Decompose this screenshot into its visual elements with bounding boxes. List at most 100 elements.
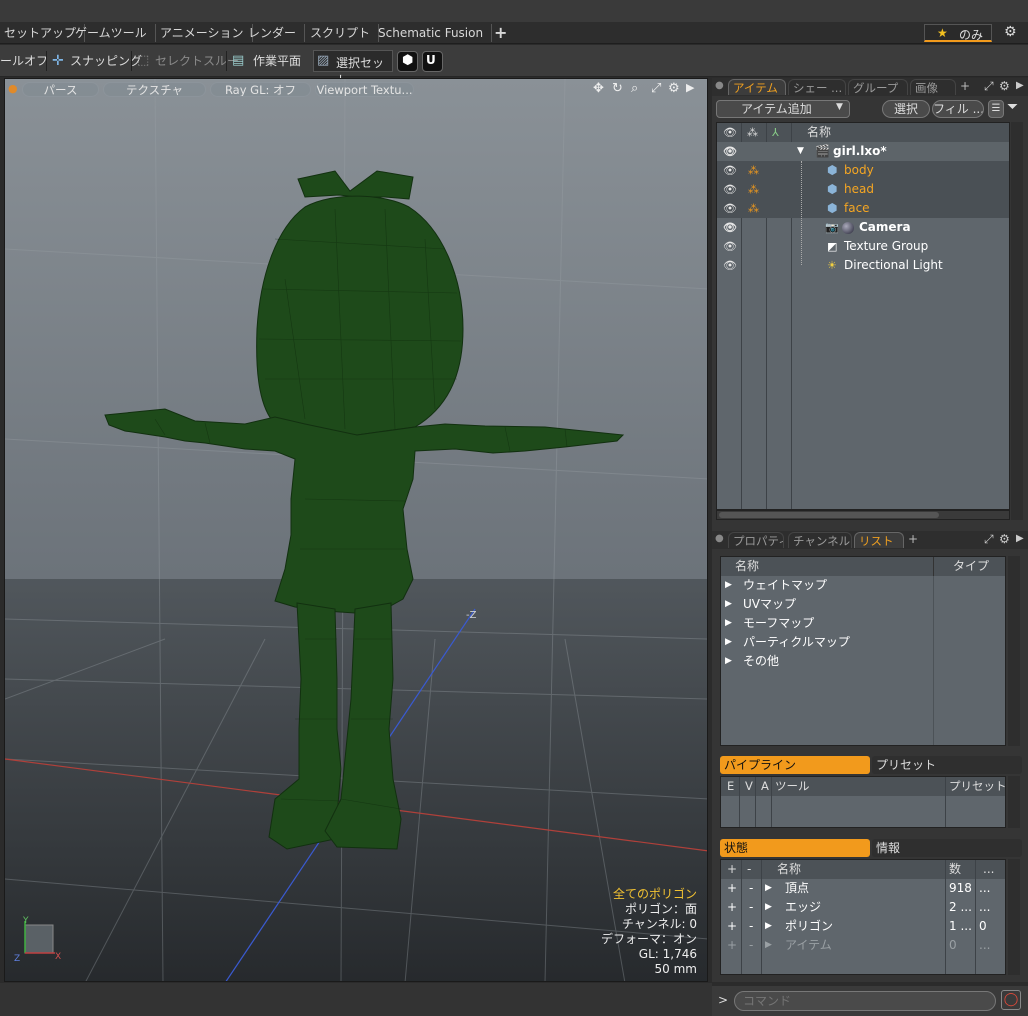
collapse-icon[interactable]: -: [749, 879, 753, 898]
list-item[interactable]: ▶ その他: [721, 652, 1005, 671]
expand-icon[interactable]: +: [727, 879, 737, 898]
perspective-button[interactable]: パース: [22, 82, 99, 97]
list-item[interactable]: ▶ UVマップ: [721, 595, 1005, 614]
tab-images[interactable]: 画像: [910, 79, 956, 95]
tab-game-tools[interactable]: ゲームツール: [67, 24, 156, 42]
selection-set-button[interactable]: ▨ 選択セット: [313, 50, 393, 87]
tab-render[interactable]: レンダー: [240, 24, 306, 42]
panel-more-arrow-icon[interactable]: ▶: [1016, 533, 1024, 544]
expand-arrow-icon[interactable]: ▶: [765, 936, 772, 955]
stats-row-polygons[interactable]: + - ▶ ポリゴン 1 ... 0: [721, 917, 1005, 936]
count-column-header[interactable]: 数: [949, 860, 961, 879]
tab-shader[interactable]: シェー ...: [788, 79, 846, 95]
expand-arrow-icon[interactable]: ▶: [765, 898, 772, 917]
expand-arrow-icon[interactable]: ▶: [765, 879, 772, 898]
panel-menu-dot-icon[interactable]: ●: [715, 533, 724, 544]
item-row-texture-group[interactable]: 👁 ◩ Texture Group: [717, 237, 1009, 256]
expand-arrow-icon[interactable]: ▶: [725, 633, 732, 652]
command-input[interactable]: [734, 991, 996, 1011]
col-a[interactable]: A: [761, 777, 769, 796]
item-row-face[interactable]: 👁 ⁂ ⬢ face: [717, 199, 1009, 218]
render-toggle-icon[interactable]: ⁂: [748, 161, 759, 180]
name-column-header[interactable]: 名称: [735, 557, 759, 576]
add-tab-button[interactable]: +: [486, 24, 515, 42]
eye-icon[interactable]: 👁: [723, 256, 737, 275]
stats-row-vertices[interactable]: + - ▶ 頂点 918 ...: [721, 879, 1005, 898]
add-item-dropdown[interactable]: アイテム追加: [716, 100, 850, 118]
render-toggle-icon[interactable]: ⁂: [748, 180, 759, 199]
viewport-texture-button[interactable]: Viewport Textu...: [315, 82, 414, 97]
filter-funnel-icon[interactable]: ⏷: [1007, 99, 1018, 115]
tab-list[interactable]: リスト: [854, 532, 904, 548]
list-item[interactable]: ▶ ウェイトマップ: [721, 576, 1005, 595]
item-row-directional-light[interactable]: 👁 ☀ Directional Light: [717, 256, 1009, 275]
rotate-view-icon[interactable]: ↻: [612, 81, 623, 96]
collapse-icon[interactable]: ☰: [988, 100, 1004, 118]
expand-arrow-icon[interactable]: ▶: [725, 595, 732, 614]
eye-icon[interactable]: 👁: [723, 161, 737, 180]
unity-export-icon[interactable]: ⬢: [397, 51, 418, 72]
tab-schematic-fusion[interactable]: Schematic Fusion: [370, 24, 493, 42]
tab-presets[interactable]: プリセット: [872, 756, 1022, 774]
eye-icon[interactable]: 👁: [723, 218, 737, 237]
filter-button[interactable]: フィル ...: [932, 100, 984, 118]
col-tool[interactable]: ツール: [775, 777, 810, 796]
more-column-header[interactable]: ...: [983, 860, 994, 879]
expand-icon[interactable]: +: [727, 917, 737, 936]
collapse-icon[interactable]: -: [749, 917, 753, 936]
settings-gear-icon[interactable]: ⚙: [1004, 24, 1017, 40]
tool-off-button[interactable]: ールオフ: [0, 50, 48, 72]
expand-arrow-icon[interactable]: ▼: [797, 142, 804, 161]
viewport-menu-dot-icon[interactable]: ●: [8, 82, 18, 95]
zoom-view-icon[interactable]: ⌕: [631, 81, 638, 96]
stats-row-edges[interactable]: + - ▶ エッジ 2 ... ...: [721, 898, 1005, 917]
tab-pipeline[interactable]: パイプライン: [720, 756, 870, 774]
tab-properties[interactable]: プロパティ: [728, 532, 784, 548]
tab-info[interactable]: 情報: [872, 839, 1022, 857]
tab-items[interactable]: アイテム: [728, 79, 786, 95]
panel-maximize-icon[interactable]: ⤢: [984, 532, 994, 547]
panel-menu-dot-icon[interactable]: ●: [715, 80, 724, 91]
texture-shading-button[interactable]: テクスチャ: [103, 82, 206, 97]
name-column-header[interactable]: 名称: [777, 860, 801, 879]
maximize-view-icon[interactable]: ⤢: [651, 81, 661, 96]
eye-icon[interactable]: 👁: [723, 142, 737, 161]
collapse-icon[interactable]: -: [749, 898, 753, 917]
collapse-all-icon[interactable]: -: [747, 860, 751, 879]
move-view-icon[interactable]: ✥: [593, 81, 604, 96]
eye-icon[interactable]: 👁: [723, 199, 737, 218]
col-preset[interactable]: プリセット: [949, 777, 1007, 796]
work-plane-button[interactable]: 作業平面: [253, 50, 301, 72]
collapse-icon[interactable]: -: [749, 936, 753, 955]
item-list-hscrollbar[interactable]: [716, 510, 1010, 520]
expand-arrow-icon[interactable]: ▶: [725, 614, 732, 633]
panel-settings-gear-icon[interactable]: ⚙: [999, 79, 1010, 93]
name-column-header[interactable]: 名称: [807, 123, 831, 142]
layout-only-toggle[interactable]: ★ のみ: [924, 24, 992, 42]
viewport-more-arrow-icon[interactable]: ▶: [686, 81, 694, 94]
item-row-head[interactable]: 👁 ⁂ ⬢ head: [717, 180, 1009, 199]
3d-viewport[interactable]: -Z ● パース テクスチャ Ray GL: オフ Viewport Textu…: [4, 78, 708, 982]
raygl-button[interactable]: Ray GL: オフ: [210, 82, 311, 97]
pipeline-vscrollbar[interactable]: [1008, 776, 1020, 828]
panel-settings-gear-icon[interactable]: ⚙: [999, 532, 1010, 546]
stats-row-items[interactable]: + - ▶ アイテム 0 ...: [721, 936, 1005, 955]
list-item[interactable]: ▶ パーティクルマップ: [721, 633, 1005, 652]
list-vscrollbar[interactable]: [1008, 556, 1020, 746]
viewport-settings-gear-icon[interactable]: ⚙: [668, 81, 680, 96]
add-panel-tab-icon[interactable]: +: [960, 79, 970, 93]
add-panel-tab-icon[interactable]: +: [908, 532, 918, 546]
item-row-camera[interactable]: 👁 📷 Camera: [717, 218, 1009, 237]
col-v[interactable]: V: [745, 777, 753, 796]
expand-arrow-icon[interactable]: ▶: [765, 917, 772, 936]
record-macro-icon[interactable]: ◯: [1001, 990, 1021, 1010]
expand-icon[interactable]: +: [727, 936, 737, 955]
eye-icon[interactable]: 👁: [723, 180, 737, 199]
unreal-export-icon[interactable]: U: [422, 51, 443, 72]
select-button[interactable]: 選択: [882, 100, 930, 118]
tab-groups[interactable]: グループ: [848, 79, 908, 95]
tab-script[interactable]: スクリプト: [302, 24, 380, 42]
stats-vscrollbar[interactable]: [1008, 859, 1020, 975]
type-column-header[interactable]: タイプ: [953, 557, 989, 576]
tab-state[interactable]: 状態: [720, 839, 870, 857]
